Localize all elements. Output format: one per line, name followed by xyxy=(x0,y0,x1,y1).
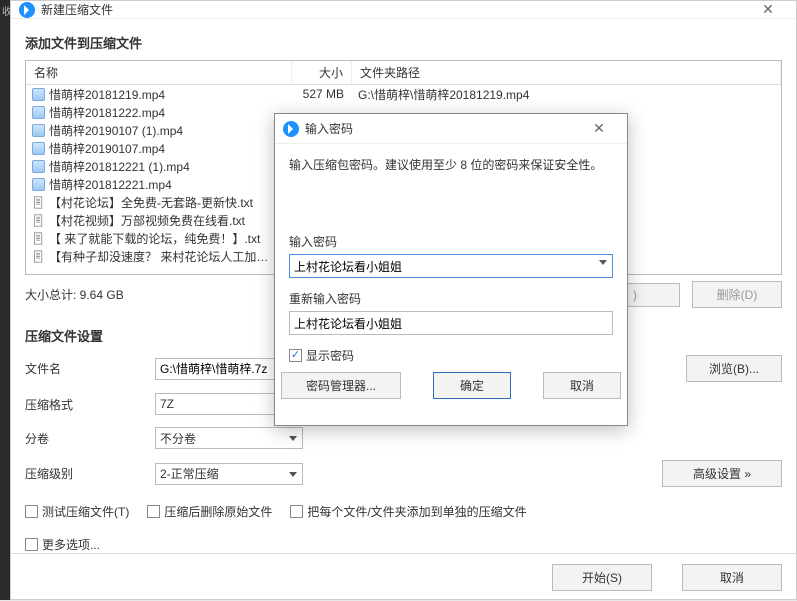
ck-more-options[interactable]: 更多选项... xyxy=(25,536,100,553)
video-file-icon xyxy=(32,124,45,137)
footer: 开始(S) 取消 xyxy=(11,553,796,601)
pw2-label: 重新输入密码 xyxy=(289,290,613,307)
password-input[interactable] xyxy=(289,254,613,278)
table-row[interactable]: 惜萌梓20181219.mp4 527 MBG:\惜萌梓\惜萌梓20181219.… xyxy=(26,85,781,103)
ck-separate[interactable]: 把每个文件/文件夹添加到单独的压缩文件 xyxy=(290,503,526,520)
file-name: 惜萌梓20190107.mp4 xyxy=(49,140,165,157)
file-size: 527 MB xyxy=(292,87,352,101)
chevron-down-icon[interactable] xyxy=(599,260,607,265)
advanced-button[interactable]: 高级设置 » xyxy=(662,460,782,487)
col-path[interactable]: 文件夹路径 xyxy=(352,61,781,84)
file-name: 惜萌梓20190107 (1).mp4 xyxy=(49,122,183,139)
video-file-icon xyxy=(32,88,45,101)
app-icon xyxy=(283,121,299,137)
col-name[interactable]: 名称 xyxy=(26,61,292,84)
table-header: 名称 大小 文件夹路径 xyxy=(26,61,781,85)
delete-button[interactable]: 删除(D) xyxy=(692,281,782,308)
col-size[interactable]: 大小 xyxy=(292,61,352,84)
text-file-icon xyxy=(32,214,45,227)
text-file-icon xyxy=(32,232,45,245)
add-files-header: 添加文件到压缩文件 xyxy=(25,33,782,52)
file-name: 惜萌梓20181219.mp4 xyxy=(49,86,165,103)
ok-button[interactable]: 确定 xyxy=(433,372,511,399)
video-file-icon xyxy=(32,142,45,155)
volume-select[interactable]: 不分卷 xyxy=(155,427,303,449)
password-confirm-input[interactable] xyxy=(289,311,613,335)
modal-hint: 输入压缩包密码。建议使用至少 8 位的密码来保证安全性。 xyxy=(289,156,613,173)
modal-titlebar: 输入密码 ✕ xyxy=(275,114,627,144)
main-titlebar: 新建压缩文件 ✕ xyxy=(11,1,796,19)
file-name: 【村花视频】万部视频免费在线看.txt xyxy=(49,212,245,229)
app-frame-edge: 收 xyxy=(0,0,10,600)
file-name: 惜萌梓201812221.mp4 xyxy=(49,176,172,193)
level-select[interactable]: 2-正常压缩 xyxy=(155,463,303,485)
close-icon[interactable]: ✕ xyxy=(748,1,788,18)
browse-button[interactable]: 浏览(B)... xyxy=(686,355,782,382)
file-name: 惜萌梓201812221 (1).mp4 xyxy=(49,158,190,175)
modal-cancel-button[interactable]: 取消 xyxy=(543,372,621,399)
file-path: G:\惜萌梓\惜萌梓20181219.mp4 xyxy=(352,86,781,103)
ck-test[interactable]: 测试压缩文件(T) xyxy=(25,503,129,520)
app-icon xyxy=(19,2,35,18)
ck-delete-after[interactable]: 压缩后删除原始文件 xyxy=(147,503,272,520)
file-name: 惜萌梓20181222.mp4 xyxy=(49,104,165,121)
password-modal: 输入密码 ✕ 输入压缩包密码。建议使用至少 8 位的密码来保证安全性。 输入密码… xyxy=(274,113,628,426)
modal-body: 输入压缩包密码。建议使用至少 8 位的密码来保证安全性。 输入密码 重新输入密码… xyxy=(275,144,627,425)
password-manager-button[interactable]: 密码管理器... xyxy=(281,372,401,399)
checkbox-row: 测试压缩文件(T) 压缩后删除原始文件 把每个文件/文件夹添加到单独的压缩文件 xyxy=(25,503,782,520)
ck-show-password[interactable]: 显示密码 xyxy=(289,347,354,364)
video-file-icon xyxy=(32,178,45,191)
modal-button-row: 密码管理器... 确定 取消 xyxy=(289,364,613,413)
modal-close-icon[interactable]: ✕ xyxy=(579,120,619,137)
cancel-button[interactable]: 取消 xyxy=(682,564,782,591)
file-name: 【 来了就能下载的论坛，纯免费！】.txt xyxy=(49,230,260,247)
modal-title: 输入密码 xyxy=(305,120,579,137)
start-button[interactable]: 开始(S) xyxy=(552,564,652,591)
file-name: 【村花论坛】全免费-无套路-更新快.txt xyxy=(49,194,253,211)
file-name: 【有种子却没速度？ 来村花论坛人工加… xyxy=(49,248,268,265)
video-file-icon xyxy=(32,106,45,119)
pw-label: 输入密码 xyxy=(289,233,613,250)
text-file-icon xyxy=(32,250,45,263)
window-title: 新建压缩文件 xyxy=(41,1,748,18)
video-file-icon xyxy=(32,160,45,173)
volume-label: 分卷 xyxy=(25,430,155,447)
text-file-icon xyxy=(32,196,45,209)
level-label: 压缩级别 xyxy=(25,465,155,482)
format-label: 压缩格式 xyxy=(25,396,155,413)
filename-label: 文件名 xyxy=(25,360,155,377)
